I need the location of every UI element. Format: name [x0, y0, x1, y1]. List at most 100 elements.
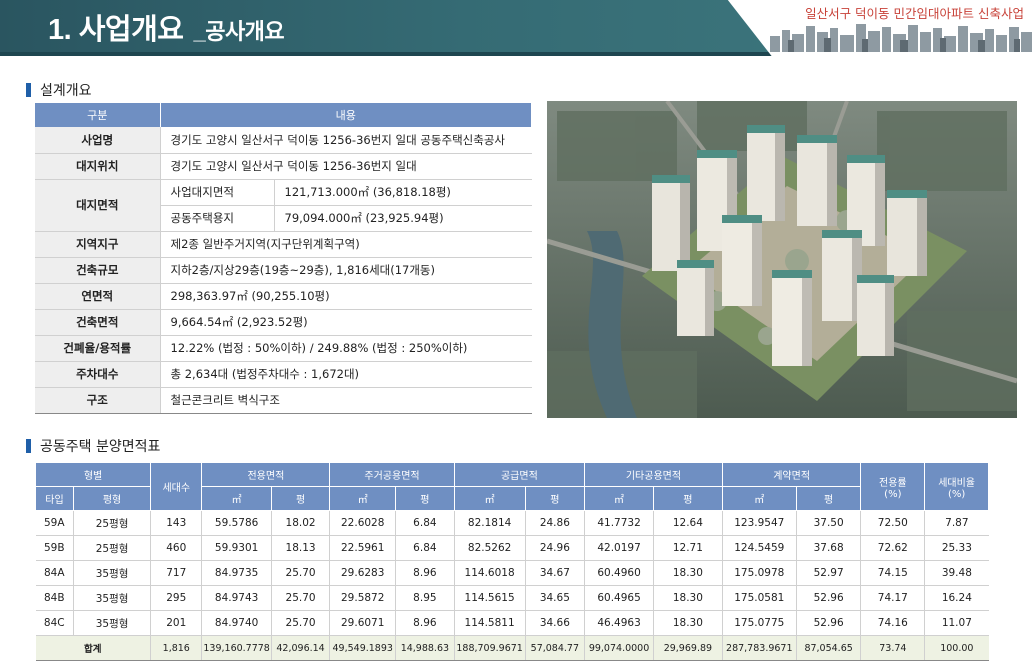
- row-label: 주차대수: [35, 361, 161, 388]
- row-label: 건축규모: [35, 257, 161, 284]
- table-cell: 84C: [35, 610, 75, 636]
- section-marker-icon: [26, 439, 31, 453]
- page-title: 1. 사업개요 _공사개요: [48, 6, 285, 48]
- table-cell: 34.65: [525, 585, 586, 611]
- row-value: 제2종 일반주거지역(지구단위계획구역): [160, 231, 532, 258]
- total-cell: 14,988.63: [395, 635, 455, 661]
- header-type: 타입: [34, 486, 75, 511]
- table-cell: 8.96: [395, 610, 455, 636]
- table-cell: 7.87: [924, 510, 989, 536]
- table-cell: 175.0581: [722, 585, 797, 611]
- table-cell: 74.15: [860, 560, 926, 586]
- table-cell: 25평형: [73, 510, 152, 536]
- table-cell: 39.48: [924, 560, 989, 586]
- column-header-category: 구분: [35, 103, 161, 127]
- header-sqm: ㎡: [721, 486, 797, 511]
- table-cell: 52.96: [796, 610, 862, 636]
- table-cell: 29.6283: [329, 560, 397, 586]
- table-cell: 52.96: [796, 585, 862, 611]
- table-row: 사업명 경기도 고양시 일산서구 덕이동 1256-36번지 일대 공동주택신축…: [35, 127, 532, 154]
- table-cell: 25.70: [271, 560, 331, 586]
- table-cell: 59A: [35, 510, 75, 536]
- table-cell: 59.5786: [201, 510, 272, 536]
- table-row: 건폐율/용적률 12.22% (법정 : 50%이하) / 249.88% (법…: [35, 335, 532, 362]
- table-cell: 42.0197: [584, 535, 654, 561]
- table-cell: 124.5459: [722, 535, 797, 561]
- total-cell: 287,783.9671: [722, 635, 797, 661]
- table-cell: 8.95: [395, 585, 455, 611]
- header-pyeong: 평: [270, 486, 331, 511]
- header-contract: 계약면적: [721, 462, 862, 487]
- total-cell: 42,096.14: [271, 635, 331, 661]
- header-pyeong: 평: [524, 486, 586, 511]
- design-overview-table: 구분 내용 사업명 경기도 고양시 일산서구 덕이동 1256-36번지 일대 …: [35, 103, 532, 414]
- table-row: 84A 35평형 717 84.9735 25.70 29.6283 8.96 114.601…: [35, 560, 989, 586]
- table-row: 구조 철근콘크리트 벽식구조: [35, 387, 532, 414]
- table-cell: 46.4963: [584, 610, 654, 636]
- table-cell: 84.9735: [201, 560, 272, 586]
- table-row: 건축규모 지하2층/지상29층(19층~29층), 1,816세대(17개동): [35, 257, 532, 284]
- table-cell: 460: [150, 535, 203, 561]
- table-cell: 52.97: [796, 560, 862, 586]
- row-value: 12.22% (법정 : 50%이하) / 249.88% (법정 : 250%…: [160, 335, 532, 362]
- table-cell: 29.5872: [329, 585, 397, 611]
- table-cell: 175.0978: [722, 560, 797, 586]
- row-label: 건폐율/용적률: [35, 335, 161, 362]
- table-cell: 6.84: [395, 510, 455, 536]
- table-cell: 37.68: [796, 535, 862, 561]
- header-household-ratio: 세대비율 (%): [924, 462, 989, 511]
- header-pyeong: 평: [652, 486, 723, 511]
- table-cell: 59B: [35, 535, 75, 561]
- header-supply: 공급면적: [453, 462, 586, 487]
- table-cell: 18.30: [653, 610, 723, 636]
- total-cell: 87,054.65: [796, 635, 862, 661]
- table-cell: 22.5961: [329, 535, 397, 561]
- column-header-content: 내용: [160, 103, 532, 127]
- table-cell: 84B: [35, 585, 75, 611]
- table-cell: 37.50: [796, 510, 862, 536]
- table-cell: 12.64: [653, 510, 723, 536]
- table-cell: 22.6028: [329, 510, 397, 536]
- table-cell: 35평형: [73, 560, 152, 586]
- table-cell: 72.50: [860, 510, 926, 536]
- table-cell: 18.02: [271, 510, 331, 536]
- total-cell: 1,816: [150, 635, 203, 661]
- table-cell: 24.86: [525, 510, 586, 536]
- header-banner: 1. 사업개요 _공사개요 일산서구 덕이동 민간임대아파트 신축사업: [0, 0, 1032, 56]
- row-sublabel: 사업대지면적: [160, 179, 275, 206]
- row-value: 79,094.000㎡ (23,925.94평): [274, 205, 532, 232]
- total-label: 합계: [35, 635, 152, 661]
- total-cell: 57,084.77: [525, 635, 586, 661]
- table-cell: 29.6071: [329, 610, 397, 636]
- row-label: 대지면적: [35, 179, 161, 232]
- table-row: 59A 25평형 143 59.5786 18.02 22.6028 6.84 82.1814…: [35, 510, 989, 536]
- project-name-label: 일산서구 덕이동 민간임대아파트 신축사업: [805, 6, 1024, 21]
- row-value: 9,664.54㎡ (2,923.52평): [160, 309, 532, 336]
- table-cell: 175.0775: [722, 610, 797, 636]
- header-pyeong: 평: [795, 486, 862, 511]
- table-cell: 34.66: [525, 610, 586, 636]
- table-cell: 16.24: [924, 585, 989, 611]
- table-row: 84C 35평형 201 84.9740 25.70 29.6071 8.96 114.581…: [35, 610, 989, 636]
- table-cell: 11.07: [924, 610, 989, 636]
- header-pyeong: 평: [395, 486, 455, 511]
- table-cell: 201: [150, 610, 203, 636]
- row-value: 철근콘크리트 벽식구조: [160, 387, 532, 414]
- overview-header-row: 구분 내용: [35, 103, 532, 127]
- table-cell: 717: [150, 560, 203, 586]
- design-overview-heading: 설계개요: [26, 80, 92, 100]
- table-row: 대지면적 사업대지면적 121,713.000㎡ (36,818.18평): [35, 179, 532, 232]
- row-label: 건축면적: [35, 309, 161, 336]
- header-sqm: ㎡: [453, 486, 526, 511]
- header-residential-common: 주거공용면적: [329, 462, 455, 487]
- header-sqm: ㎡: [329, 486, 397, 511]
- row-sublabel: 공동주택용지: [160, 205, 275, 232]
- row-value: 121,713.000㎡ (36,818.18평): [274, 179, 532, 206]
- row-value: 총 2,634대 (법정주차대수 : 1,672대): [160, 361, 532, 388]
- total-cell: 139,160.7778: [201, 635, 272, 661]
- table-cell: 82.1814: [454, 510, 526, 536]
- table-cell: 84.9743: [201, 585, 272, 611]
- table-cell: 25.70: [271, 585, 331, 611]
- area-table-title: 공동주택 분양면적표: [40, 439, 161, 455]
- table-cell: 72.62: [860, 535, 926, 561]
